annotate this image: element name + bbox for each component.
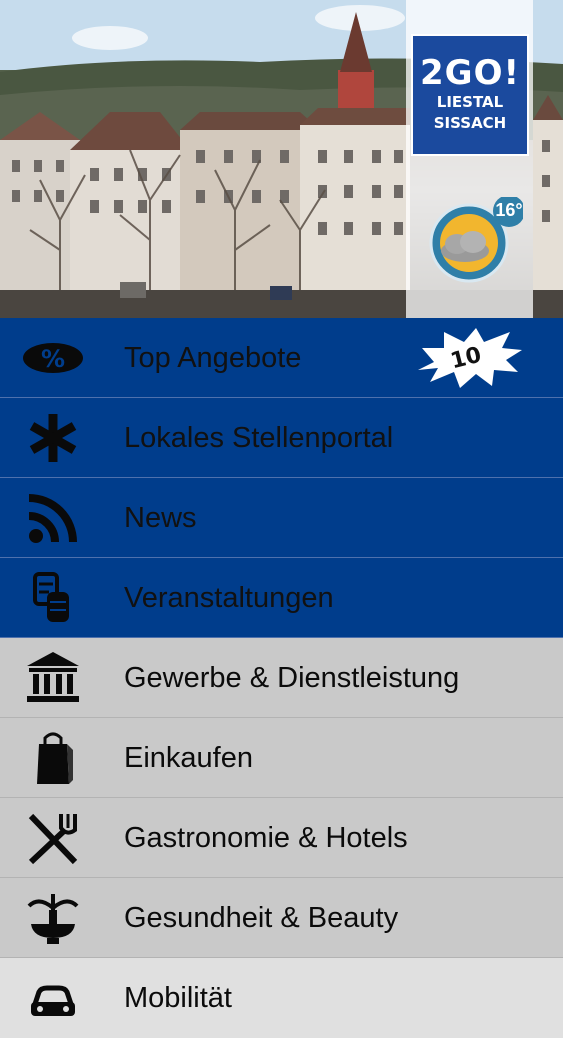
- shopping-bag-icon: [22, 730, 84, 786]
- menu-item-label: Lokales Stellenportal: [124, 422, 394, 454]
- menu-item-news[interactable]: News: [0, 478, 563, 558]
- logo-line-2: SISSACH: [433, 114, 507, 132]
- logo-main-text: 2GO!: [420, 53, 520, 93]
- menu-item-label: Gewerbe & Dienstleistung: [124, 662, 460, 694]
- weather-temperature: 16°: [495, 200, 523, 220]
- app-logo[interactable]: 2GO! LIESTAL SISSACH: [411, 34, 529, 156]
- weather-widget[interactable]: 16°: [421, 195, 525, 287]
- fork-knife-icon: [22, 810, 84, 866]
- building-icon: [22, 650, 84, 706]
- menu-item-stellenportal[interactable]: Lokales Stellenportal: [0, 398, 563, 478]
- menu-item-gastronomie[interactable]: Gastronomie & Hotels: [0, 798, 563, 878]
- menu-item-label: Veranstaltungen: [124, 582, 334, 614]
- menu-item-label: Mobilität: [124, 982, 232, 1014]
- menu-item-einkaufen[interactable]: Einkaufen: [0, 718, 563, 798]
- menu-item-label: Gesundheit & Beauty: [124, 902, 399, 934]
- menu-item-label: Top Angebote: [124, 342, 302, 374]
- asterisk-icon: [22, 410, 84, 466]
- menu-item-veranstaltungen[interactable]: Veranstaltungen: [0, 558, 563, 638]
- rss-icon: [22, 490, 84, 546]
- menu-item-label: Gastronomie & Hotels: [124, 822, 408, 854]
- percent-tag-icon: %: [22, 330, 84, 386]
- menu-item-label: Einkaufen: [124, 742, 253, 774]
- main-menu: % Top Angebote 10 Lokales Stellenportal: [0, 318, 563, 1038]
- svg-text:%: %: [41, 345, 65, 373]
- menu-item-mobilitaet[interactable]: Mobilität: [0, 958, 563, 1038]
- offers-count-badge: 10: [414, 326, 524, 390]
- menu-item-gesundheit[interactable]: Gesundheit & Beauty: [0, 878, 563, 958]
- logo-line-1: LIESTAL: [436, 93, 504, 111]
- car-icon: [22, 970, 84, 1026]
- fountain-icon: [22, 890, 84, 946]
- menu-item-gewerbe[interactable]: Gewerbe & Dienstleistung: [0, 638, 563, 718]
- menu-item-top-angebote[interactable]: % Top Angebote 10: [0, 318, 563, 398]
- events-icon: [22, 570, 84, 626]
- menu-item-label: News: [124, 502, 197, 534]
- header-photo: 2GO! LIESTAL SISSACH 16°: [0, 0, 563, 318]
